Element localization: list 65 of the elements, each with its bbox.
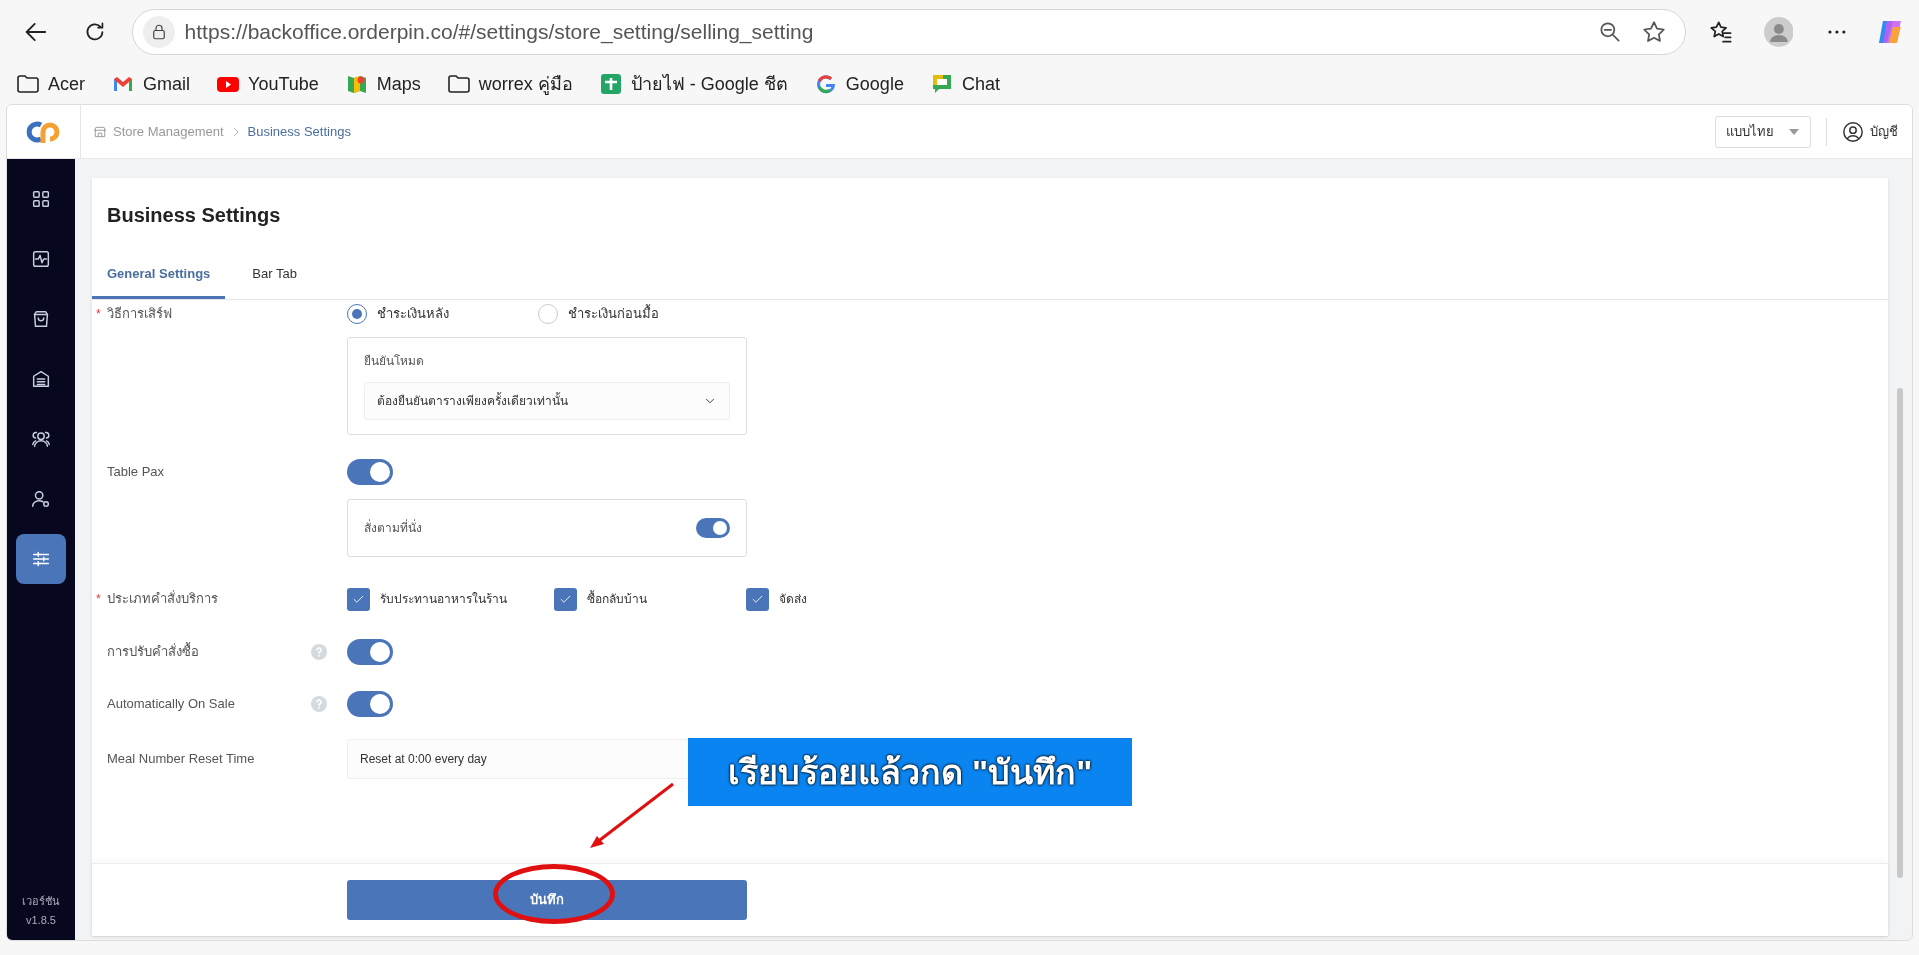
sidebar-item[interactable] xyxy=(16,534,66,584)
checkbox[interactable] xyxy=(746,587,769,611)
bookmark[interactable]: Gmail xyxy=(111,68,191,100)
tab[interactable]: General Settings xyxy=(92,252,226,299)
star-icon[interactable] xyxy=(1640,19,1667,45)
user-circle-icon xyxy=(1842,120,1864,143)
tab[interactable]: Bar Tab xyxy=(237,252,312,299)
bookmark[interactable]: YouTube xyxy=(216,68,319,100)
language-select[interactable]: แบบไทย xyxy=(1715,115,1811,148)
radio-option[interactable]: ชำระเงินหลัง xyxy=(347,304,538,324)
field-label: ประเภทคำสั่งบริการ xyxy=(107,589,219,609)
required-mark: * xyxy=(96,591,101,608)
toggle-switch[interactable] xyxy=(347,459,393,485)
select-field[interactable]: ต้องยืนยันตารางเพียงครั้งเดียวเท่านั้น xyxy=(364,382,730,420)
account-button[interactable]: บัญชี xyxy=(1842,120,1898,143)
radio-label: ชำระเงินหลัง xyxy=(377,305,449,324)
checkbox[interactable] xyxy=(347,587,370,611)
scrollbar-thumb[interactable] xyxy=(1897,388,1903,878)
caret-down-icon xyxy=(1788,127,1800,136)
bookmark[interactable]: ป้ายไฟ - Google ชีต xyxy=(598,68,788,100)
user-gear-icon xyxy=(30,488,52,510)
checkbox-label: ซื้อกลับบ้าน xyxy=(587,590,647,608)
folder-icon xyxy=(16,72,40,96)
radio-label: ชำระเงินก่อนมื้อ xyxy=(568,304,659,324)
favorites-icon[interactable] xyxy=(1707,19,1734,45)
grid-icon xyxy=(30,188,52,210)
field-label: Meal Number Reset Time xyxy=(107,750,256,769)
activity-icon xyxy=(30,248,52,270)
sheet-logo-icon xyxy=(598,72,623,96)
bookmark[interactable]: Chat xyxy=(929,68,1000,100)
bookmark[interactable]: worrex คู่มือ xyxy=(446,68,573,100)
page-title: Business Settings xyxy=(107,203,282,228)
field-label: การปรับคำสั่งซื้อ xyxy=(107,642,200,662)
url-text: https://backoffice.orderpin.co/#/settings/store_setting/selling_setting xyxy=(184,19,815,46)
field-label: Table Pax xyxy=(107,463,166,482)
address-bar[interactable]: https://backoffice.orderpin.co/#/settings/store_setting/selling_setting xyxy=(131,9,1686,55)
toggle-switch[interactable] xyxy=(347,639,393,665)
required-mark: * xyxy=(96,306,101,323)
toggle-switch[interactable] xyxy=(347,691,393,717)
checkbox-label: รับประทานอาหารในร้าน xyxy=(380,591,507,608)
field-label: วิธีการเสิร์ฟ xyxy=(107,305,173,324)
store-icon xyxy=(93,124,107,139)
bookmark[interactable]: Maps xyxy=(344,68,421,100)
lock-icon xyxy=(142,16,175,48)
field-label: Automatically On Sale xyxy=(107,695,236,714)
save-button[interactable]: บันทึก xyxy=(347,880,747,920)
checkbox[interactable] xyxy=(554,587,577,611)
select-value: ต้องยืนยันตารางเพียงครั้งเดียวเท่านั้น xyxy=(377,392,568,410)
breadcrumb-link[interactable]: Business Settings xyxy=(247,121,351,142)
bookmark[interactable]: Google xyxy=(813,68,904,100)
checkbox-option[interactable]: จัดส่ง xyxy=(746,587,938,611)
panel-label: ยืนยันโหมด xyxy=(364,353,425,370)
version-text: v1.8.5 xyxy=(26,912,56,928)
version-label: เวอร์ชัน xyxy=(22,894,60,909)
bookmark[interactable]: Acer xyxy=(16,68,85,100)
checkbox-label: จัดส่ง xyxy=(779,591,807,608)
instruction-tooltip: เรียบร้อยแล้วกด "บันทึก" xyxy=(688,738,1132,806)
toggle-switch[interactable] xyxy=(696,518,730,538)
panel-label: สั่งตามที่นั่ง xyxy=(364,519,422,537)
folder-icon xyxy=(446,72,471,96)
profile-avatar-icon[interactable] xyxy=(1763,17,1794,47)
checkbox-option[interactable]: ซื้อกลับบ้าน xyxy=(554,587,746,611)
radio-option[interactable]: ชำระเงินก่อนมื้อ xyxy=(538,304,729,324)
checkbox-option[interactable]: รับประทานอาหารในร้าน xyxy=(347,587,554,611)
archive-icon xyxy=(30,368,52,390)
